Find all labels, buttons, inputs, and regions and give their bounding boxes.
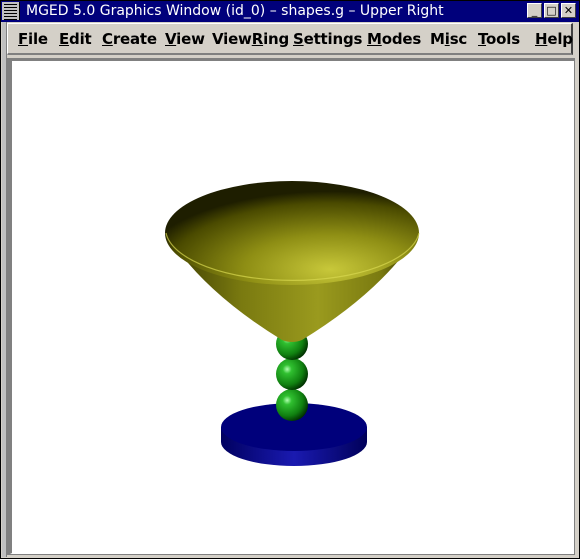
menu-create[interactable]: Create bbox=[102, 30, 157, 48]
graphics-canvas[interactable] bbox=[10, 61, 574, 554]
menu-file[interactable]: File bbox=[18, 30, 48, 48]
sphere-bottom bbox=[276, 389, 308, 421]
menu-view[interactable]: View bbox=[165, 30, 205, 48]
sphere-middle bbox=[276, 358, 308, 390]
scene-render bbox=[165, 181, 420, 466]
menu-misc[interactable]: Misc bbox=[430, 30, 467, 48]
cone-bowl bbox=[165, 181, 420, 342]
maximize-icon: □ bbox=[546, 4, 557, 17]
menu-help[interactable]: Help bbox=[535, 30, 573, 48]
menu-tools[interactable]: Tools bbox=[478, 30, 520, 48]
minimize-icon: _ bbox=[531, 4, 538, 17]
minimize-button[interactable]: _ bbox=[527, 3, 542, 18]
menu-edit[interactable]: Edit bbox=[59, 30, 92, 48]
close-button[interactable]: ✕ bbox=[561, 3, 576, 18]
close-icon: ✕ bbox=[563, 4, 574, 17]
menu-modes[interactable]: Modes bbox=[367, 30, 421, 48]
menu-viewring[interactable]: ViewRing bbox=[212, 30, 289, 48]
menu-settings[interactable]: Settings bbox=[293, 30, 362, 48]
menu-bar: File Edit Create View ViewRing Settings … bbox=[7, 23, 573, 55]
mged-graphics-window: MGED 5.0 Graphics Window (id_0) – shapes… bbox=[0, 0, 580, 559]
maximize-button[interactable]: □ bbox=[544, 3, 559, 18]
title-bar[interactable]: MGED 5.0 Graphics Window (id_0) – shapes… bbox=[1, 1, 579, 22]
window-title: MGED 5.0 Graphics Window (id_0) – shapes… bbox=[26, 3, 444, 19]
window-menu-icon[interactable] bbox=[2, 2, 20, 20]
